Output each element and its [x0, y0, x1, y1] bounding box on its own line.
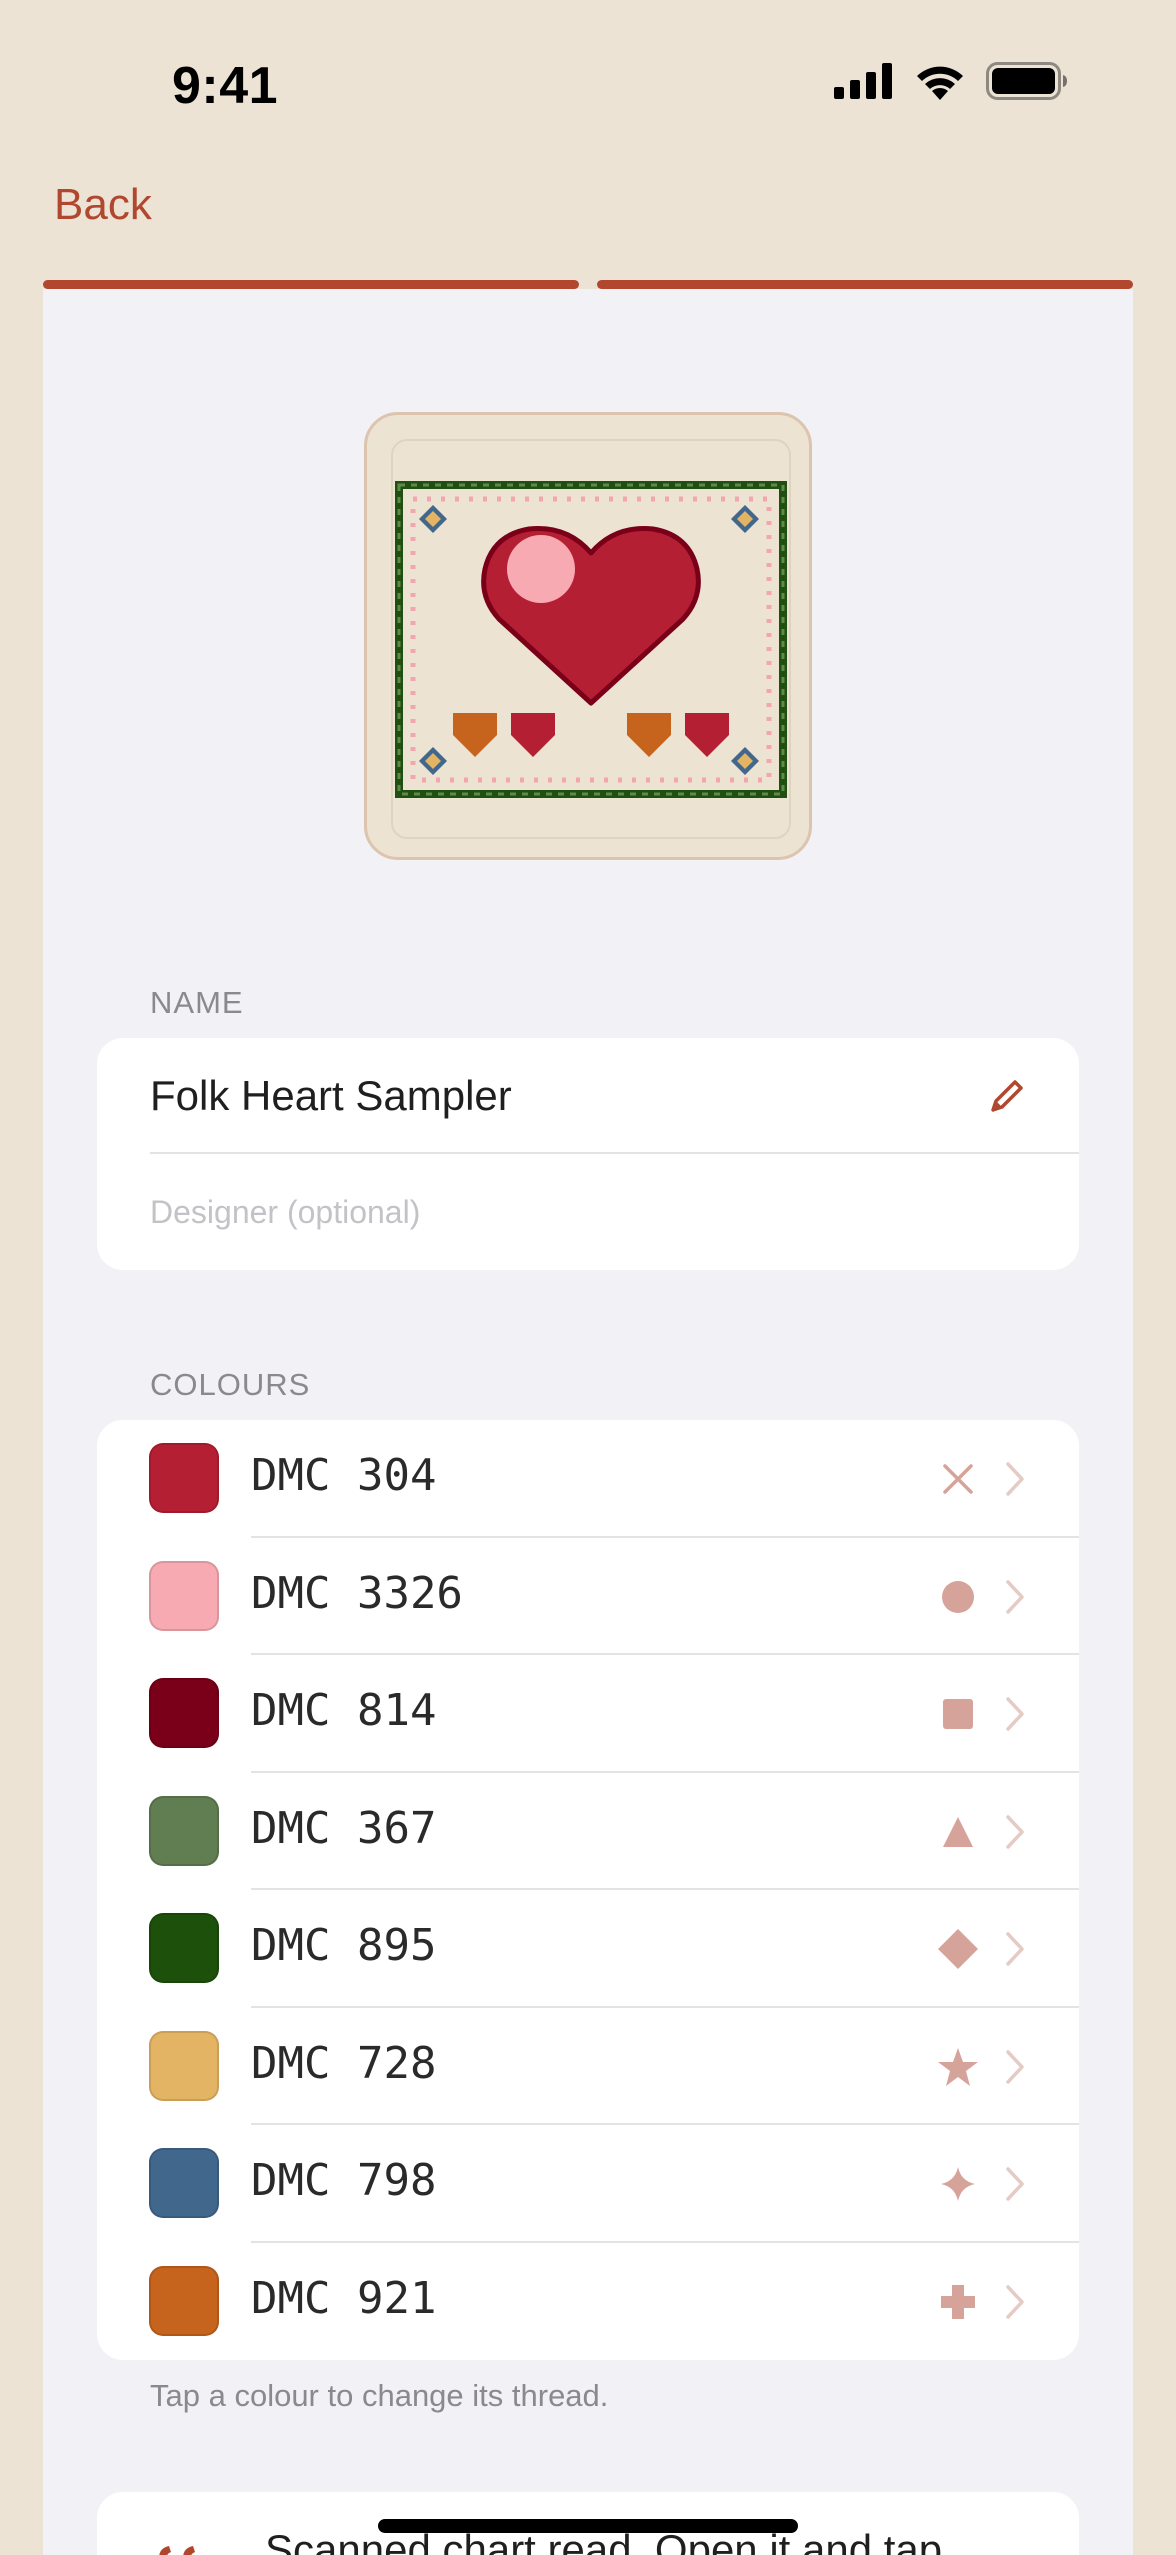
chevron-right-icon	[1006, 2284, 1024, 2319]
home-indicator	[378, 2519, 798, 2533]
plus-symbol-icon	[941, 2284, 975, 2319]
colour-row[interactable]: DMC 728	[97, 2008, 1079, 2125]
colours-section-label: COLOURS	[150, 1367, 311, 1402]
pattern-preview-card	[364, 412, 812, 860]
battery-icon	[986, 62, 1067, 100]
square-symbol-icon	[943, 1699, 973, 1729]
status-icons	[834, 62, 1068, 100]
colour-row[interactable]: DMC 798	[97, 2125, 1079, 2243]
pattern-name-row[interactable]: Folk Heart Sampler	[150, 1038, 1079, 1154]
chevron-right-icon	[1006, 1462, 1024, 1496]
colour-row[interactable]: DMC 895	[97, 1890, 1079, 2008]
colour-swatch	[149, 2030, 219, 2101]
colours-hint: Tap a colour to change its thread.	[150, 2378, 609, 2413]
quote-icon	[159, 2546, 195, 2555]
colour-swatch	[149, 1913, 219, 1983]
colour-row[interactable]: DMC 3326	[97, 1538, 1079, 1655]
thread-code: DMC 367	[251, 1802, 437, 1854]
cross-symbol-icon	[943, 1464, 973, 1494]
status-bar: 9:41	[0, 0, 1176, 170]
colour-swatch	[149, 1443, 219, 1513]
thread-code: DMC 728	[251, 2037, 437, 2089]
colour-row[interactable]: DMC 921	[97, 2243, 1079, 2361]
thread-code: DMC 814	[251, 1685, 437, 1736]
circle-symbol-icon	[942, 1580, 974, 1613]
step-progress-segment-1	[43, 280, 579, 289]
thread-code: DMC 3326	[251, 1567, 463, 1619]
sparkle-symbol-icon	[941, 2167, 975, 2201]
step-progress-segment-2	[597, 280, 1133, 289]
designer-input[interactable]	[150, 1154, 1030, 1270]
chevron-right-icon	[1006, 1932, 1024, 1966]
pencil-icon[interactable]	[987, 1076, 1027, 1116]
cross-stitch-heart-thumbnail	[395, 481, 787, 798]
chevron-right-icon	[1006, 2049, 1024, 2084]
chevron-right-icon	[1006, 2167, 1024, 2201]
diamond-symbol-icon	[938, 1929, 978, 1969]
colour-swatch	[149, 1795, 219, 1866]
step-progress	[43, 280, 1133, 289]
colour-swatch	[149, 1560, 219, 1631]
colour-swatch	[149, 1678, 219, 1748]
chevron-right-icon	[1006, 1814, 1024, 1849]
pattern-name-value: Folk Heart Sampler	[150, 1072, 512, 1119]
chevron-right-icon	[1006, 1697, 1024, 1731]
name-card: Folk Heart Sampler	[97, 1038, 1079, 1270]
colour-swatch	[149, 2265, 219, 2336]
name-section-label: NAME	[150, 985, 244, 1020]
thread-code: DMC 798	[251, 2155, 437, 2206]
colour-swatch	[149, 2148, 219, 2218]
thread-code: DMC 921	[251, 2272, 437, 2324]
cellular-signal-icon	[834, 63, 892, 99]
triangle-symbol-icon	[943, 1816, 973, 1847]
thread-code: DMC 304	[251, 1450, 437, 1501]
star-symbol-icon	[938, 2047, 978, 2086]
back-button[interactable]: Back	[54, 180, 152, 230]
chevron-right-icon	[1006, 1579, 1024, 1614]
colour-row[interactable]: DMC 304	[97, 1420, 1079, 1538]
colour-row[interactable]: DMC 367	[97, 1773, 1079, 1890]
colour-list-card: DMC 304 DMC 3326 DMC 814 DMC 367 DMC 895 DMC …	[97, 1420, 1079, 2360]
wifi-icon	[917, 66, 963, 100]
status-time: 9:41	[172, 57, 279, 115]
thread-code: DMC 895	[251, 1920, 437, 1971]
colour-row[interactable]: DMC 814	[97, 1655, 1079, 1773]
